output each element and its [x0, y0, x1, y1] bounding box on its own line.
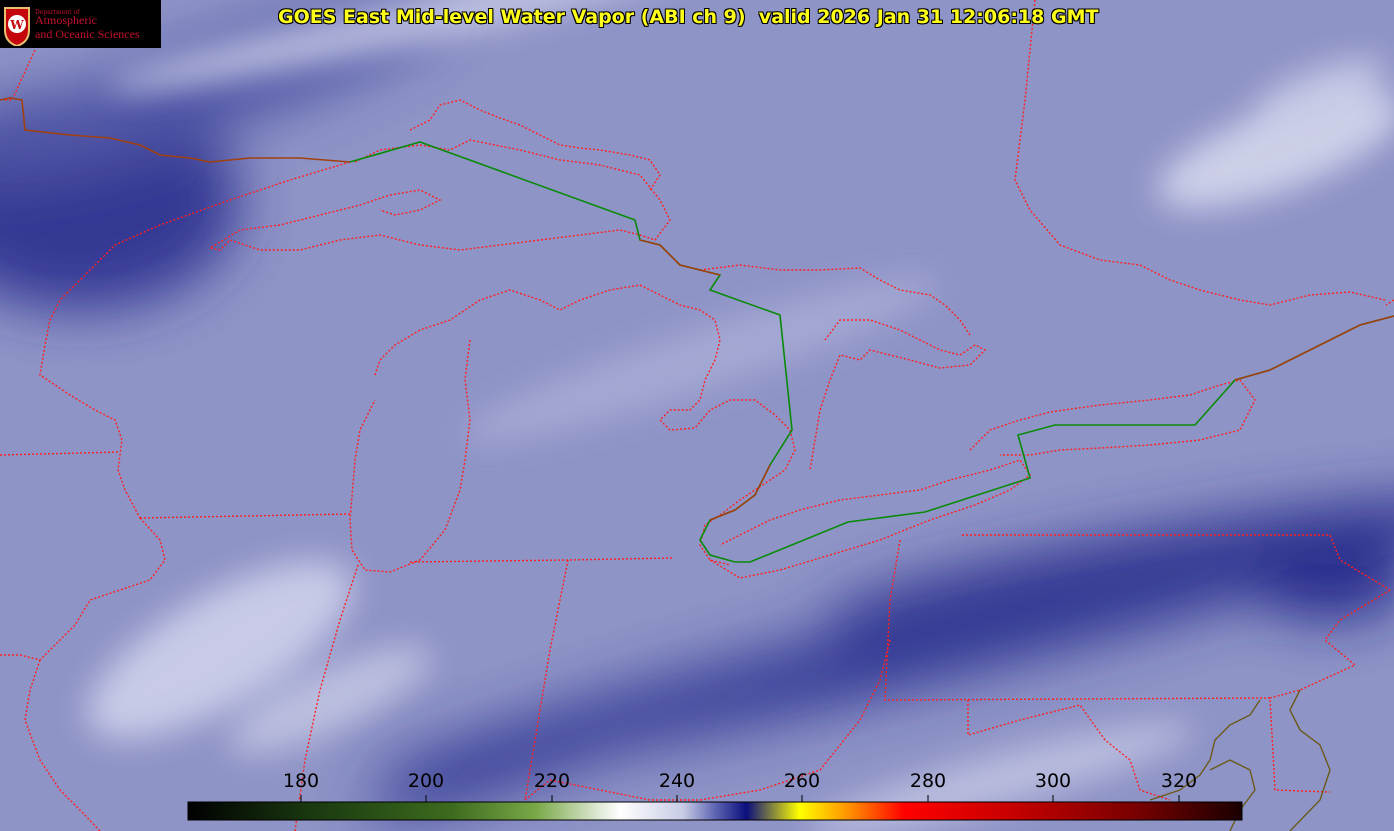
logo-line1: Atmospheric — [35, 13, 97, 27]
colorbar-tick-label: 280 — [909, 770, 947, 792]
colorbar-tick-label: 320 — [1160, 770, 1198, 792]
colorbar-gradient — [187, 801, 1243, 821]
colorbar-tick-label: 220 — [533, 770, 571, 792]
colorbar-tick-label: 240 — [658, 770, 696, 792]
uw-aos-logo: W Department of Atmospheric and Oceanic … — [0, 0, 161, 48]
colorbar-tick-label: 260 — [783, 770, 821, 792]
uw-crest-icon: W — [4, 7, 30, 46]
colorbar-tick-label: 300 — [1034, 770, 1072, 792]
svg-text:W: W — [9, 18, 24, 32]
page-title: GOES East Mid-level Water Vapor (ABI ch … — [278, 6, 1099, 28]
colorbar-tick-label: 200 — [407, 770, 445, 792]
colorbar-tick-labels: 180 200 220 240 260 280 300 320 — [0, 770, 1394, 798]
logo-line2: and Oceanic Sciences — [35, 27, 140, 41]
water-vapor-map — [0, 0, 1394, 831]
colorbar-tick-label: 180 — [282, 770, 320, 792]
